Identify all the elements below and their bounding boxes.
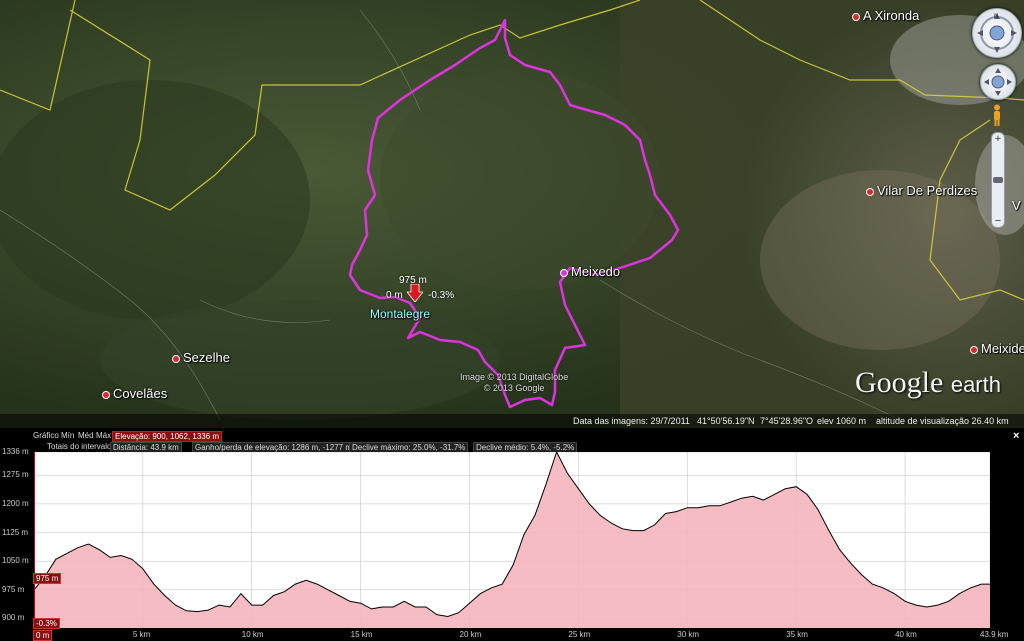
place-dot-icon <box>560 268 568 277</box>
imagery-date: Data das imagens: 29/7/2011 <box>573 416 690 426</box>
profile-header-row-2: Totais do intervalo Distância: 43.9 km G… <box>47 442 607 453</box>
place-meixedo[interactable]: Meixedo <box>560 264 620 279</box>
place-v-partial[interactable]: V <box>1012 198 1021 213</box>
zoom-slider[interactable]: + − <box>991 132 1005 228</box>
x-tick-label: 43.9 km <box>980 630 1009 639</box>
x-tick-label: 30 km <box>677 630 700 639</box>
x-tick-label: 40 km <box>895 630 917 639</box>
place-montalegre[interactable]: Montalegre <box>370 307 430 321</box>
pan-arrows-icon <box>984 68 1012 96</box>
elevation-readout: elev 1060 m <box>817 416 867 426</box>
status-bar: Data das imagens: 29/7/2011 41°50'56.19"… <box>0 414 1024 428</box>
y-tick-label: 1050 m <box>2 556 29 566</box>
start-distance-tag: 0 m <box>33 630 53 641</box>
logo-sub: earth <box>950 372 1001 397</box>
map-view[interactable]: A Xironda Vilar De Perdizes Meixedo Meix… <box>0 0 1024 428</box>
place-dot-icon <box>970 345 978 354</box>
profile-header-row-1: Gráfico Mín Méd Máx Elevação: 900, 1062,… <box>33 431 233 442</box>
x-tick-label: 5 km <box>132 630 151 639</box>
x-tick-label: 10 km <box>241 630 264 639</box>
google-earth-logo: Google earth <box>855 366 1001 400</box>
position-arrow-icon[interactable] <box>407 284 423 302</box>
y-tick-label: 1125 m <box>2 527 29 537</box>
y-tick-label: 1200 m <box>2 498 29 508</box>
marker-slope: -0.3% <box>428 290 455 301</box>
place-label: Meixedo <box>571 264 621 279</box>
marker-distance: 0 m <box>386 290 403 301</box>
place-a-xironda[interactable]: A Xironda <box>852 8 919 23</box>
current-slope-tag: -0.3% <box>33 618 60 629</box>
place-label: Meixide <box>981 341 1024 356</box>
svg-text:N: N <box>994 14 998 20</box>
longitude-readout: 7°45'28.96"O <box>760 416 814 426</box>
med-option[interactable]: Méd <box>78 431 94 440</box>
copyright-line: © 2013 Google <box>483 383 545 393</box>
eye-altitude-readout: altitude de visualização 26.40 km <box>876 416 1009 426</box>
place-dot-icon <box>866 187 874 196</box>
logo-main: Google <box>855 366 944 399</box>
range-totals-label: Totais do intervalo <box>47 442 112 451</box>
x-tick-label: 25 km <box>568 630 591 639</box>
compass-icon: N <box>977 13 1017 53</box>
place-meixide[interactable]: Meixide <box>970 341 1024 356</box>
y-tick-label: 1336 m <box>2 447 29 456</box>
x-tick-label: 20 km <box>459 630 482 639</box>
y-tick-label: 975 m <box>2 584 25 594</box>
graph-label: Gráfico <box>33 431 59 440</box>
x-tick-label: 35 km <box>786 630 808 639</box>
close-profile-button[interactable]: × <box>1013 430 1019 442</box>
place-label: Covelães <box>113 386 168 401</box>
elevation-chart[interactable] <box>34 452 990 628</box>
move-control[interactable] <box>980 64 1016 100</box>
elevation-profile-panel: × Gráfico Mín Méd Máx Elevação: 900, 106… <box>0 428 1024 641</box>
street-view-pegman-icon[interactable] <box>992 104 1002 126</box>
place-sezelhe[interactable]: Sezelhe <box>172 350 230 365</box>
satellite-imagery <box>0 0 1024 428</box>
current-elevation-tag: 975 m <box>33 573 62 584</box>
y-tick-label: 900 m <box>2 613 25 623</box>
copyright-line: Image © 2013 DigitalGlobe <box>460 372 569 382</box>
place-dot-icon <box>102 390 110 399</box>
imagery-copyright: Image © 2013 DigitalGlobe © 2013 Google <box>460 372 568 394</box>
place-label: Vilar De Perdizes <box>877 183 978 198</box>
zoom-in-button[interactable]: + <box>992 133 1004 145</box>
zoom-thumb[interactable] <box>993 177 1003 183</box>
max-option[interactable]: Máx <box>96 431 111 440</box>
zoom-out-button[interactable]: − <box>992 215 1004 227</box>
place-label: A Xironda <box>863 8 920 23</box>
latitude-readout: 41°50'56.19"N <box>697 416 755 426</box>
y-tick-label: 1275 m <box>2 470 29 480</box>
place-vilar-de-perdizes[interactable]: Vilar De Perdizes <box>866 183 977 198</box>
place-dot-icon <box>852 12 860 21</box>
look-around-control[interactable]: N <box>972 8 1022 58</box>
min-option[interactable]: Mín <box>61 431 74 440</box>
place-covelaes[interactable]: Covelães <box>102 386 167 401</box>
x-tick-label: 15 km <box>350 630 373 639</box>
elevation-stats[interactable]: Elevação: 900, 1062, 1336 m <box>112 431 223 442</box>
place-label: Sezelhe <box>183 350 230 365</box>
place-dot-icon <box>172 354 180 363</box>
